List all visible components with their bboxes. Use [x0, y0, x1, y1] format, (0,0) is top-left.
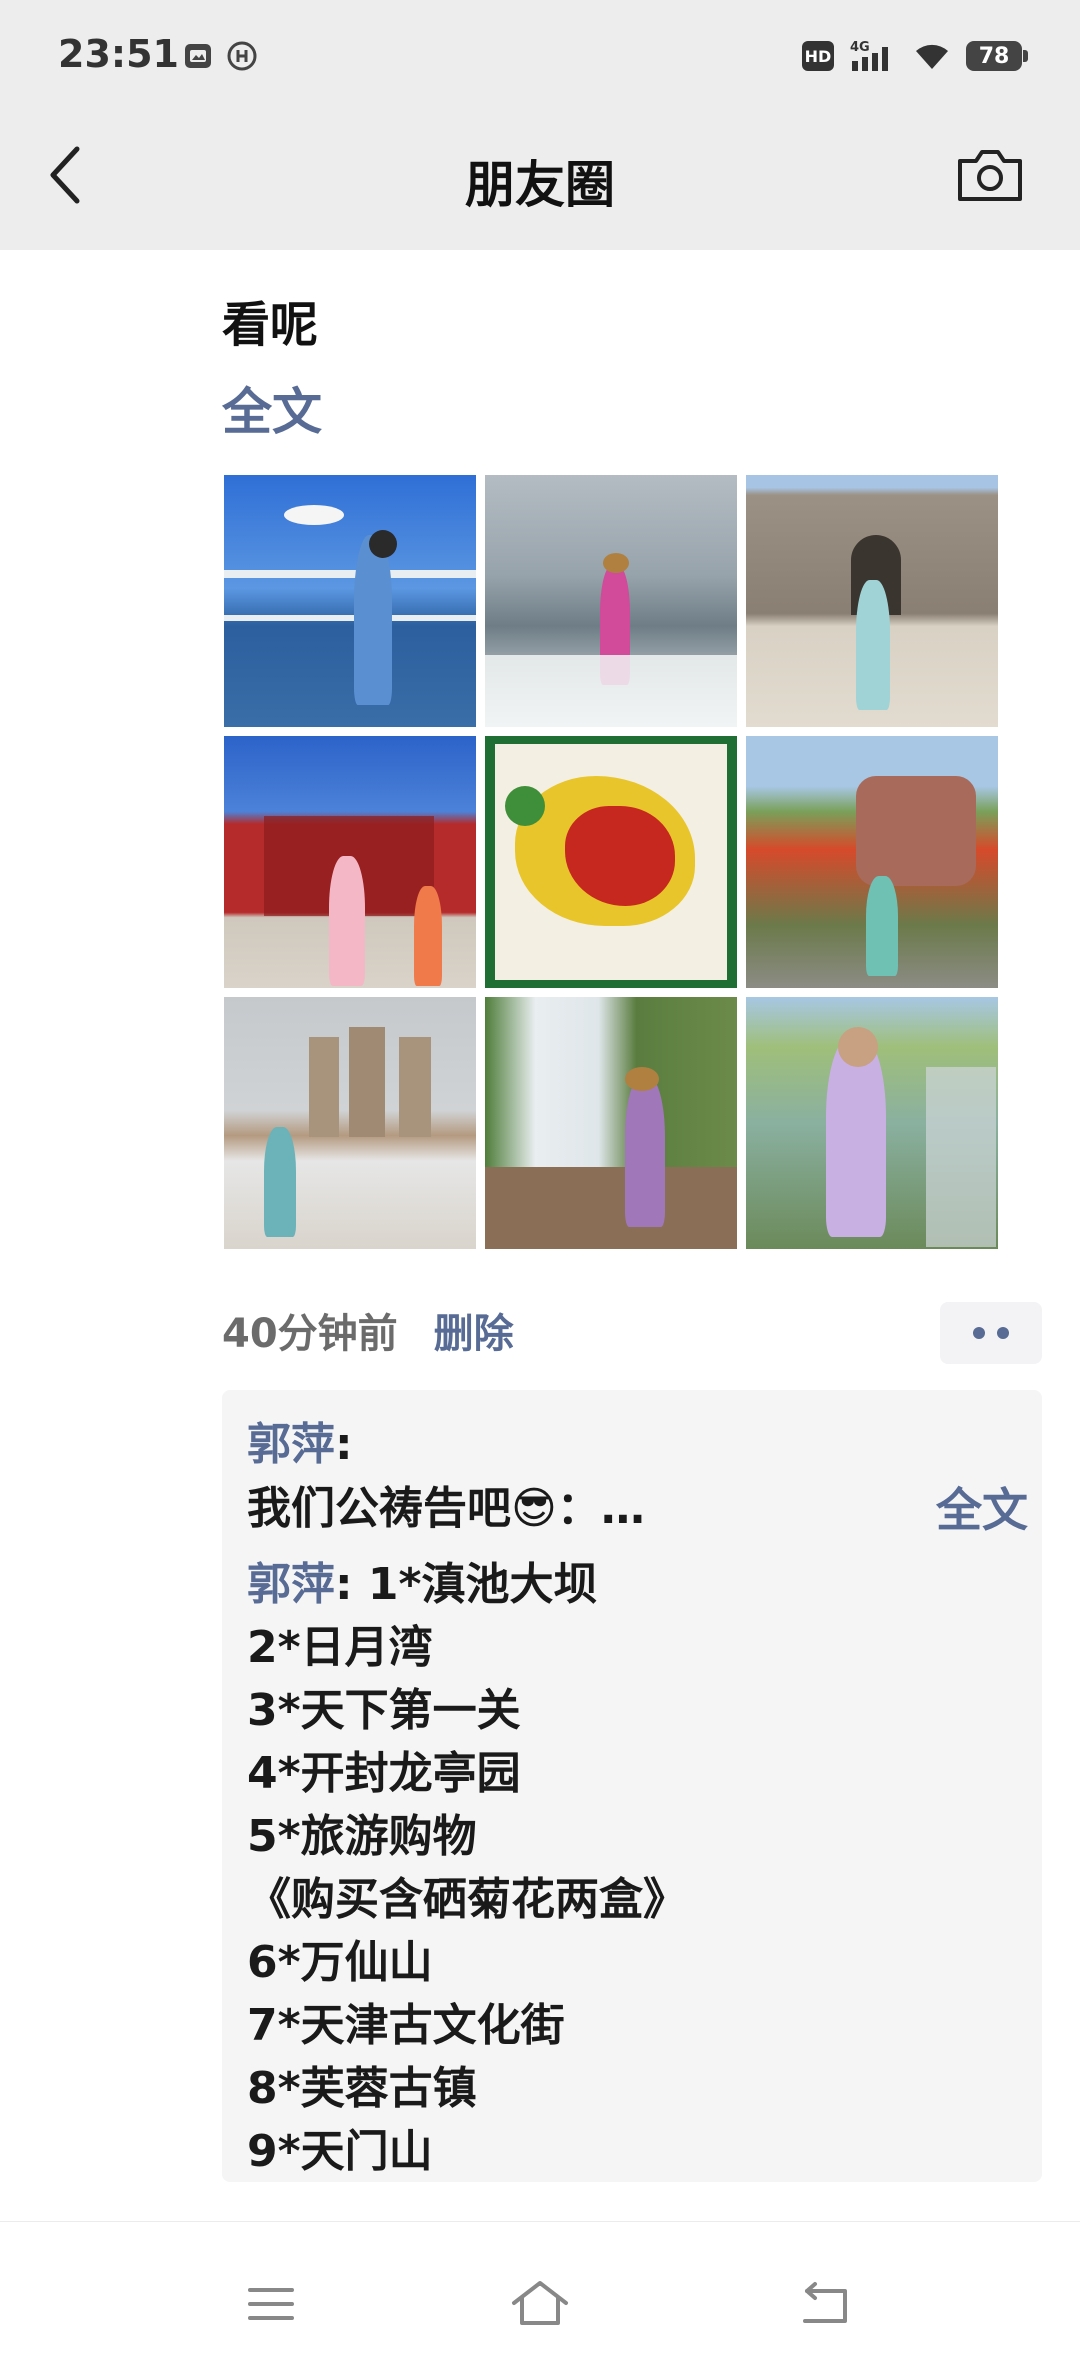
post-meta-row: 40分钟前 删除	[222, 1300, 514, 1360]
system-nav-bar	[0, 2222, 1080, 2376]
comment-text: : 1*滇池大坝	[335, 1559, 598, 1610]
nav-header: 朋友圈	[0, 115, 1080, 250]
home-button[interactable]	[505, 2274, 575, 2334]
network-label: 4G	[850, 40, 870, 55]
delete-button[interactable]: 删除	[434, 1301, 514, 1359]
comment-line: 郭萍: 1*滇池大坝	[247, 1548, 598, 1612]
comment-list-item: 9*天门山	[247, 2126, 433, 2177]
comment-list-item: 4*开封龙亭园	[247, 1748, 521, 1799]
camera-icon	[958, 150, 1022, 201]
post-text: 看呢	[222, 297, 319, 353]
photo-wanxian-mountain[interactable]	[746, 736, 998, 988]
hd-badge: HD	[802, 41, 834, 71]
system-back-button[interactable]	[790, 2274, 860, 2334]
comment-box: 郭萍: 我们公祷告吧😎：… 全文 郭萍: 1*滇池大坝 2*日月湾 3*天下第一…	[222, 1390, 1042, 2182]
back-icon	[803, 2282, 847, 2323]
status-right-group: HD 4G 78	[802, 36, 1028, 76]
photo-grid	[224, 475, 998, 1249]
comment-list-item: 5*旅游购物	[247, 1811, 477, 1862]
home-icon	[512, 2281, 568, 2325]
signal-icon: 4G	[850, 40, 888, 71]
photo-selenium-map[interactable]	[485, 736, 737, 988]
wifi-icon	[916, 44, 948, 69]
more-actions-button[interactable]	[940, 1302, 1042, 1364]
menu-icon	[248, 2288, 294, 2320]
top-bar: 23:51 HD 4G 78 朋友圈	[0, 0, 1080, 250]
comment-colon: :	[335, 1419, 353, 1470]
battery-indicator: 78	[966, 41, 1028, 71]
menu-button[interactable]	[236, 2274, 306, 2334]
photo-seagull-lake[interactable]	[224, 475, 476, 727]
comment-expand-link[interactable]: 全文	[936, 1474, 1028, 1540]
post-expand-link[interactable]: 全文	[222, 372, 322, 444]
photo-sea-waves[interactable]	[485, 475, 737, 727]
comment-list-item: 3*天下第一关	[247, 1685, 521, 1736]
comment-author[interactable]: 郭萍	[247, 1419, 335, 1470]
camera-button[interactable]	[950, 140, 1030, 210]
comment-list-item: 6*万仙山	[247, 1937, 433, 1988]
status-bar: 23:51 HD 4G 78	[0, 0, 1080, 115]
photo-red-gate-park[interactable]	[224, 736, 476, 988]
photo-tianjin-towers[interactable]	[224, 997, 476, 1249]
photo-tianmen-mountain[interactable]	[746, 997, 998, 1249]
info-notification-icon	[227, 41, 257, 71]
comment-author[interactable]: 郭萍	[247, 1559, 335, 1610]
comment-list-item: 8*芙蓉古镇	[247, 2063, 477, 2114]
dot-icon	[997, 1327, 1009, 1339]
photo-great-wall-gate[interactable]	[746, 475, 998, 727]
photo-waterfall[interactable]	[485, 997, 737, 1249]
image-notification-icon	[185, 44, 211, 68]
status-time: 23:51	[58, 32, 179, 76]
post-time: 40分钟前	[222, 1311, 398, 1357]
comment-text: 我们公祷告吧😎：…	[247, 1483, 645, 1534]
comment-list-item: 《购买含硒菊花两盒》	[247, 1874, 687, 1925]
dot-icon	[973, 1327, 985, 1339]
page-title: 朋友圈	[465, 156, 615, 214]
comment-list-item: 7*天津古文化街	[247, 2000, 565, 2051]
comment-line: 郭萍:	[247, 1408, 353, 1472]
comment-list-item: 2*日月湾	[247, 1622, 433, 1673]
